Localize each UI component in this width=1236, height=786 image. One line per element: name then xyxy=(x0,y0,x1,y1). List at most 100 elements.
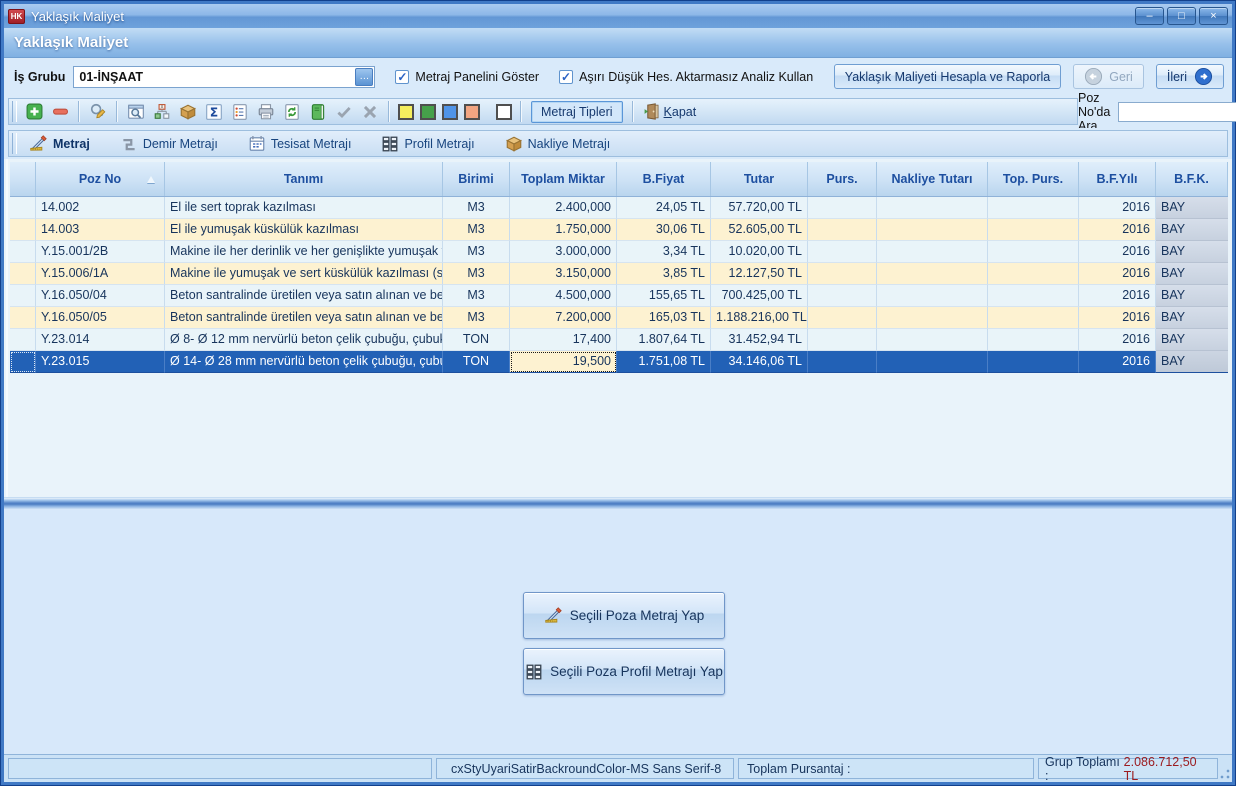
row-indicator-cell[interactable] xyxy=(10,263,36,285)
package-button[interactable] xyxy=(176,100,200,123)
row-indicator-header xyxy=(10,162,36,196)
ruler-icon xyxy=(544,606,563,625)
cell-toplam_miktar: 3.150,000 xyxy=(510,263,617,285)
title-bar[interactable]: HK Yaklaşık Maliyet – □ × xyxy=(4,4,1232,28)
cell-purs xyxy=(808,219,877,241)
is-grubu-combo[interactable]: 01-İNŞAAT … xyxy=(73,66,375,88)
cell-birimi: M3 xyxy=(443,307,510,329)
column-header-b_fiyat[interactable]: B.Fiyat xyxy=(617,162,711,196)
asiri-dusuk-checkbox[interactable]: ✓ Aşırı Düşük Hes. Aktarmasız Analiz Kul… xyxy=(559,70,813,84)
add-row-button[interactable] xyxy=(22,100,46,123)
hesapla-raporla-button[interactable]: Yaklaşık Maliyeti Hesapla ve Raporla xyxy=(834,64,1061,89)
print-icon xyxy=(257,103,275,121)
swatch-green[interactable] xyxy=(420,104,436,120)
print-button[interactable] xyxy=(254,100,278,123)
poz-no-search-input[interactable] xyxy=(1118,102,1236,122)
table-row[interactable]: 14.002El ile sert toprak kazılmasıM32.40… xyxy=(10,197,1228,219)
resize-grip[interactable] xyxy=(1219,768,1231,780)
status-bar: cxStyUyariSatirBackroundColor-MS Sans Se… xyxy=(4,755,1232,782)
column-header-birimi[interactable]: Birimi xyxy=(443,162,510,196)
hierarchy-button[interactable]: A xyxy=(150,100,174,123)
tab-demir-metraj-[interactable]: Demir Metrajı xyxy=(112,135,226,153)
metraj-paneli-checkbox[interactable]: ✓ Metraj Panelini Göster xyxy=(395,70,539,84)
cell-b_fiyat: 3,85 TL xyxy=(617,263,711,285)
remove-row-button[interactable] xyxy=(48,100,72,123)
refresh-button[interactable] xyxy=(280,100,304,123)
cell-toplam_miktar[interactable]: 19,500 xyxy=(510,351,617,373)
secili-poza-profil-metraji-yap-button[interactable]: Seçili Poza Profil Metrajı Yap xyxy=(523,648,725,695)
row-indicator-cell[interactable] xyxy=(10,307,36,329)
metraj-tipleri-button[interactable]: Metraj Tipleri xyxy=(531,101,623,123)
row-indicator-cell[interactable] xyxy=(10,219,36,241)
sum-button[interactable]: Σ xyxy=(202,100,226,123)
column-header-toplam_miktar[interactable]: Toplam Miktar xyxy=(510,162,617,196)
cell-tanimi: El ile sert toprak kazılması xyxy=(165,197,443,219)
column-header-nakliye_tutari[interactable]: Nakliye Tutarı xyxy=(877,162,988,196)
find-edit-button[interactable] xyxy=(86,100,110,123)
grup-toplami-value: 2.086.712,50 TL xyxy=(1124,755,1211,783)
swatch-white[interactable] xyxy=(496,104,512,120)
notebook-button[interactable] xyxy=(306,100,330,123)
report-button[interactable] xyxy=(228,100,252,123)
table-row[interactable]: Y.23.015Ø 14- Ø 28 mm nervürlü beton çel… xyxy=(10,351,1228,373)
swatch-blue[interactable] xyxy=(442,104,458,120)
column-header-tanimi[interactable]: Tanımı xyxy=(165,162,443,196)
grup-toplami-label: Grup Toplamı : xyxy=(1045,755,1124,783)
column-header-bf_yili[interactable]: B.F.Yılı xyxy=(1079,162,1156,196)
cancel-button[interactable] xyxy=(358,100,382,123)
row-indicator-cell[interactable] xyxy=(10,329,36,351)
preview-button[interactable] xyxy=(124,100,148,123)
is-grubu-ellipsis-button[interactable]: … xyxy=(355,68,373,86)
column-header-poz_no[interactable]: Poz No xyxy=(36,162,165,196)
table-row[interactable]: Y.16.050/05Beton santralinde üretilen ve… xyxy=(10,307,1228,329)
box-icon xyxy=(505,135,523,153)
secili-poza-metraj-yap-button[interactable]: Seçili Poza Metraj Yap xyxy=(523,592,725,639)
tab-tesisat-metraj-[interactable]: Tesisat Metrajı xyxy=(240,135,360,153)
horizontal-splitter[interactable] xyxy=(4,497,1232,509)
cell-tanimi: Beton santralinde üretilen veya satın al… xyxy=(165,307,443,329)
rebar-icon xyxy=(120,135,138,153)
minimize-button[interactable]: – xyxy=(1135,7,1164,25)
maximize-button[interactable]: □ xyxy=(1167,7,1196,25)
close-button[interactable]: × xyxy=(1199,7,1228,25)
tab-metraj[interactable]: Metraj xyxy=(21,134,98,153)
secili-poza-metraj-yap-label: Seçili Poza Metraj Yap xyxy=(570,608,705,623)
table-row[interactable]: Y.23.014Ø 8- Ø 12 mm nervürlü beton çeli… xyxy=(10,329,1228,351)
cell-toplam_miktar: 3.000,000 xyxy=(510,241,617,263)
ileri-button[interactable]: İleri xyxy=(1156,64,1224,89)
swatch-yellow[interactable] xyxy=(398,104,414,120)
cell-birimi: M3 xyxy=(443,241,510,263)
column-header-top_purs[interactable]: Top. Purs. xyxy=(988,162,1079,196)
control-bar: İş Grubu 01-İNŞAAT … ✓ Metraj Panelini G… xyxy=(4,58,1232,95)
cell-poz_no: Y.23.015 xyxy=(36,351,165,373)
row-indicator-cell[interactable] xyxy=(10,351,36,373)
tab-bar-grip-handle[interactable] xyxy=(12,133,17,154)
cell-poz_no: Y.16.050/05 xyxy=(36,307,165,329)
confirm-button[interactable] xyxy=(332,100,356,123)
column-header-purs[interactable]: Purs. xyxy=(808,162,877,196)
column-header-bfk[interactable]: B.F.K. xyxy=(1156,162,1228,196)
calendar-icon xyxy=(248,135,266,153)
cell-purs xyxy=(808,263,877,285)
row-indicator-cell[interactable] xyxy=(10,285,36,307)
cell-birimi: M3 xyxy=(443,197,510,219)
table-row[interactable]: Y.16.050/04Beton santralinde üretilen ve… xyxy=(10,285,1228,307)
swatch-salmon[interactable] xyxy=(464,104,480,120)
column-header-label: Nakliye Tutarı xyxy=(891,172,972,186)
kapat-button[interactable]: Kapat xyxy=(643,103,697,120)
table-row[interactable]: 14.003El ile yumuşak küskülük kazılmasıM… xyxy=(10,219,1228,241)
row-indicator-cell[interactable] xyxy=(10,241,36,263)
row-indicator-cell[interactable] xyxy=(10,197,36,219)
column-header-tutar[interactable]: Tutar xyxy=(711,162,808,196)
cell-birimi: TON xyxy=(443,351,510,373)
table-row[interactable]: Y.15.006/1AMakine ile yumuşak ve sert kü… xyxy=(10,263,1228,285)
cell-b_fiyat: 1.807,64 TL xyxy=(617,329,711,351)
toolbar-grip-handle[interactable] xyxy=(12,101,17,122)
find-edit-icon xyxy=(89,102,108,121)
cell-bf_yili: 2016 xyxy=(1079,263,1156,285)
tab-profil-metraj-[interactable]: Profil Metrajı xyxy=(373,135,482,153)
geri-button[interactable]: Geri xyxy=(1073,64,1144,89)
table-row[interactable]: Y.15.001/2BMakine ile her derinlik ve he… xyxy=(10,241,1228,263)
tab-nakliye-metraj-[interactable]: Nakliye Metrajı xyxy=(497,135,619,153)
column-header-label: Tanımı xyxy=(284,172,323,186)
